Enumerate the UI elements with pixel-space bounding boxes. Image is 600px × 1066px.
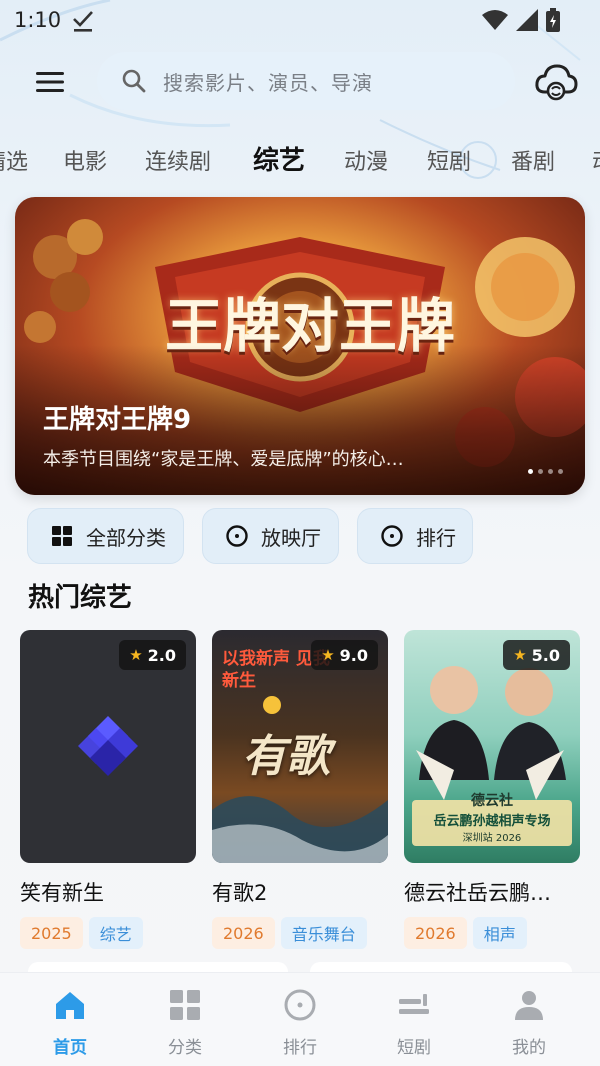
- star-icon: ★: [321, 646, 335, 664]
- all-categories-button[interactable]: 全部分类: [27, 508, 184, 564]
- featured-banner[interactable]: 9 王牌对王牌 王牌对王牌9 本季节目围绕“家是王牌、爱是底牌”的核心…: [15, 197, 585, 495]
- star-icon: ★: [129, 646, 143, 664]
- cloud-sync-button[interactable]: [534, 62, 578, 102]
- show-card[interactable]: ★ 2.0 笑有新生 2025 综艺: [20, 630, 196, 949]
- rating-value: 2.0: [147, 645, 176, 665]
- battery-icon: [546, 8, 560, 32]
- status-time: 1:10: [14, 8, 62, 32]
- rating-badge: ★ 5.0: [503, 640, 570, 670]
- nav-label: 首页: [53, 1038, 87, 1058]
- rating-value: 5.0: [531, 645, 560, 665]
- genre-tag: 相声: [472, 917, 527, 949]
- nav-label: 短剧: [397, 1038, 431, 1058]
- hamburger-menu-icon: [36, 72, 64, 92]
- pagination-dot[interactable]: [538, 469, 543, 474]
- nav-profile[interactable]: 我的: [484, 987, 574, 1058]
- nav-ranking[interactable]: 排行: [255, 987, 345, 1058]
- tab-bangumi[interactable]: 番剧: [511, 144, 555, 176]
- cloud-sync-icon: [535, 64, 578, 101]
- banner-title: 王牌对王牌9: [43, 405, 192, 435]
- wifi-icon: [482, 10, 508, 30]
- rank-icon: [284, 989, 316, 1021]
- nav-label: 我的: [512, 1038, 546, 1058]
- ranking-button[interactable]: 排行: [357, 508, 473, 564]
- profile-icon: [515, 991, 543, 1020]
- short-drama-icon: [399, 994, 429, 1014]
- cinema-hall-label: 放映厅: [261, 525, 321, 550]
- genre-tag: 综艺: [88, 917, 143, 949]
- poster-label-1: 德云社: [471, 793, 513, 809]
- status-bar: 1:10: [0, 0, 600, 40]
- nav-category[interactable]: 分类: [140, 987, 230, 1058]
- rating-value: 9.0: [339, 645, 368, 665]
- show-card[interactable]: 以我新声 见我新生 有歌 ★ 9.0 有歌2 2026 音乐舞台: [212, 630, 388, 949]
- category-tabs: 精选 电影 连续剧 综艺 动漫 短剧 番剧 动: [0, 140, 600, 184]
- download-done-icon: [73, 11, 93, 32]
- banner-pagination: [528, 469, 563, 474]
- rating-badge: ★ 9.0: [311, 640, 378, 670]
- home-icon: [56, 992, 84, 1019]
- menu-button[interactable]: [30, 66, 70, 98]
- card-title: 德云社岳云鹏…: [404, 881, 551, 905]
- pagination-dot[interactable]: [528, 469, 533, 474]
- card-title: 笑有新生: [20, 881, 104, 905]
- circle-play-icon: [226, 525, 248, 547]
- pagination-dot[interactable]: [548, 469, 553, 474]
- year-tag: 2025: [20, 917, 83, 949]
- tab-movies[interactable]: 电影: [63, 144, 107, 176]
- genre-tag: 音乐舞台: [280, 917, 367, 949]
- signal-icon: [516, 9, 538, 31]
- banner-description: 本季节目围绕“家是王牌、爱是底牌”的核心…: [43, 449, 404, 470]
- card-title: 有歌2: [212, 881, 268, 905]
- nav-short-drama[interactable]: 短剧: [369, 987, 459, 1058]
- all-categories-label: 全部分类: [86, 525, 166, 550]
- poster-logo: 有歌: [242, 731, 330, 782]
- tab-anime[interactable]: 动漫: [344, 144, 388, 176]
- poster-label-2: 岳云鹏孙越相声专场: [433, 814, 551, 829]
- tab-short-drama[interactable]: 短剧: [427, 144, 471, 176]
- pagination-dot[interactable]: [558, 469, 563, 474]
- tab-more[interactable]: 动: [592, 144, 600, 176]
- ranking-label: 排行: [416, 525, 456, 550]
- poster-label-3: 深圳站 2026: [462, 833, 522, 844]
- grid-icon: [52, 526, 72, 546]
- bottom-navigation: 首页 分类 排行 短剧 我的: [0, 972, 600, 1066]
- poster-image: ★ 2.0: [20, 630, 196, 863]
- poster-image: 德云社 岳云鹏孙越相声专场 深圳站 2026 ★ 5.0: [404, 630, 580, 863]
- search-input[interactable]: 搜索影片、演员、导演: [97, 52, 515, 110]
- star-icon: ★: [513, 646, 527, 664]
- year-tag: 2026: [404, 917, 467, 949]
- tab-variety[interactable]: 综艺: [253, 140, 305, 177]
- section-title: 热门综艺: [28, 583, 133, 613]
- tab-featured[interactable]: 精选: [0, 144, 28, 176]
- search-icon: [122, 69, 146, 93]
- search-placeholder: 搜索影片、演员、导演: [163, 70, 373, 95]
- cinema-hall-button[interactable]: 放映厅: [202, 508, 339, 564]
- nav-home[interactable]: 首页: [25, 987, 115, 1058]
- tab-series[interactable]: 连续剧: [145, 144, 211, 176]
- rating-badge: ★ 2.0: [119, 640, 186, 670]
- nav-label: 分类: [168, 1038, 202, 1058]
- nav-label: 排行: [283, 1038, 317, 1058]
- circle-rank-icon: [381, 525, 403, 547]
- category-icon: [170, 990, 200, 1020]
- poster-image: 以我新声 见我新生 有歌 ★ 9.0: [212, 630, 388, 863]
- year-tag: 2026: [212, 917, 275, 949]
- show-card[interactable]: 德云社 岳云鹏孙越相声专场 深圳站 2026 ★ 5.0 德云社岳云鹏… 202…: [404, 630, 580, 949]
